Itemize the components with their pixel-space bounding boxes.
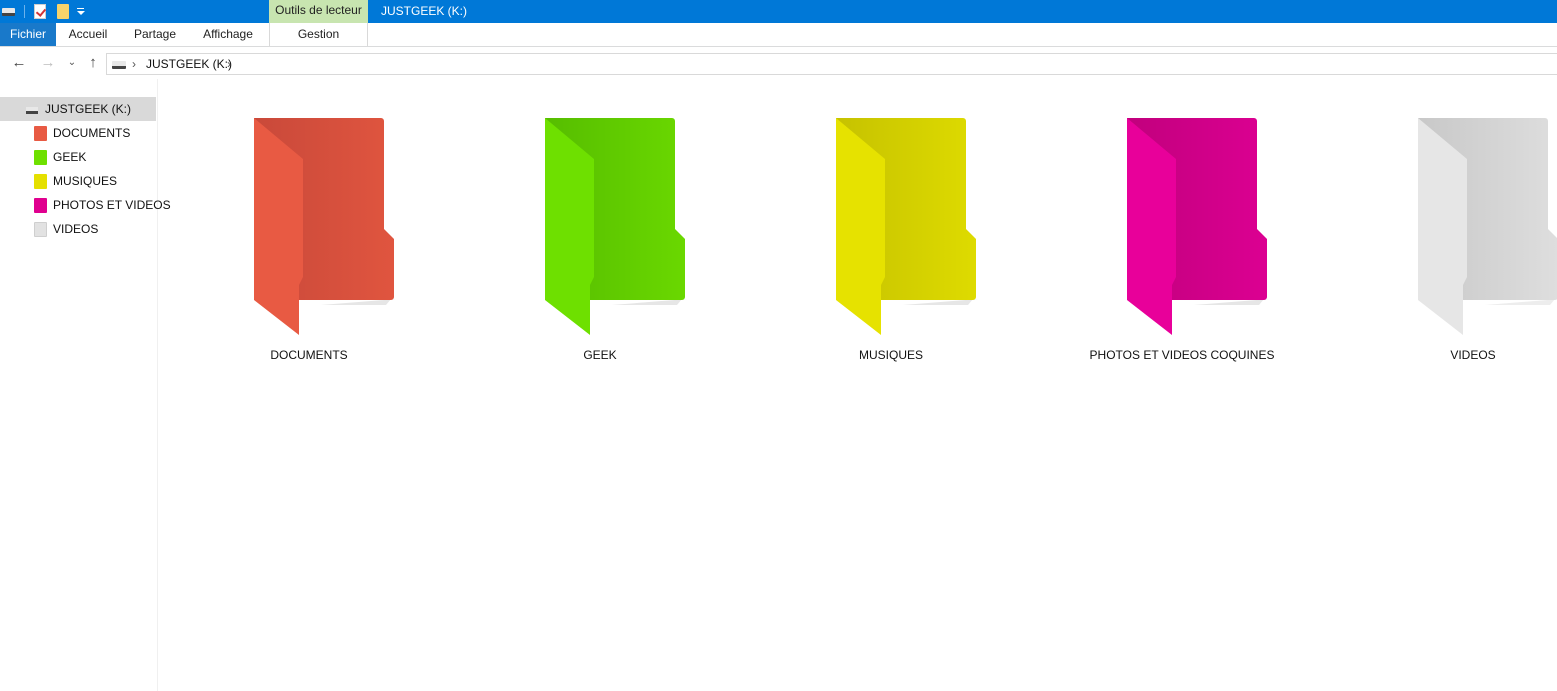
back-arrow-icon[interactable]: ←: [10, 54, 28, 72]
recent-locations-chevron-icon[interactable]: ⌄: [63, 54, 81, 72]
nav-item-documents[interactable]: DOCUMENTS: [0, 121, 156, 145]
nav-item-photos-et-videos[interactable]: PHOTOS ET VIDEOS: [0, 193, 171, 217]
folder-icon: [836, 118, 978, 335]
folder-label: PHOTOS ET VIDEOS COQUINES: [1089, 348, 1275, 362]
title-bar: Outils de lecteur JUSTGEEK (K:): [0, 0, 1557, 23]
folder-icon: [545, 118, 687, 335]
nav-item-musiques[interactable]: MUSIQUES: [0, 169, 156, 193]
navigation-pane: JUSTGEEK (K:) DOCUMENTS GEEK MUSIQUES PH…: [0, 79, 171, 691]
folder-icon: [34, 150, 47, 165]
folder-item-documents[interactable]: DOCUMENTS: [193, 109, 425, 369]
tab-fichier[interactable]: Fichier: [0, 23, 56, 46]
folder-label: GEEK: [583, 348, 617, 362]
tab-gestion[interactable]: Gestion: [269, 23, 368, 46]
window-title: JUSTGEEK (K:): [381, 4, 468, 18]
properties-icon[interactable]: [34, 4, 46, 19]
drive-icon: [112, 61, 126, 69]
folder-item-geek[interactable]: GEEK: [484, 109, 716, 369]
folder-label: DOCUMENTS: [270, 348, 348, 362]
nav-item-label: MUSIQUES: [53, 174, 118, 188]
new-folder-icon[interactable]: [57, 4, 69, 19]
nav-item-geek[interactable]: GEEK: [0, 145, 156, 169]
nav-item-label: DOCUMENTS: [53, 126, 131, 140]
breadcrumb-chevron-icon[interactable]: ›: [227, 56, 231, 72]
breadcrumb-chevron-icon[interactable]: ›: [132, 56, 136, 72]
nav-item-label: PHOTOS ET VIDEOS: [53, 198, 171, 212]
drive-icon: [26, 107, 38, 114]
nav-item-label: VIDEOS: [53, 222, 99, 236]
folder-icon: [1127, 118, 1269, 335]
up-arrow-icon[interactable]: ↑: [84, 54, 102, 72]
folder-icon: [34, 174, 47, 189]
nav-item-label: GEEK: [53, 150, 87, 164]
nav-root-label: JUSTGEEK (K:): [45, 102, 132, 116]
folder-item-videos[interactable]: VIDEOS: [1357, 109, 1557, 369]
folder-icon: [34, 126, 47, 141]
folder-icon: [254, 118, 396, 335]
folder-item-musiques[interactable]: MUSIQUES: [775, 109, 1007, 369]
ribbon-tabs: Fichier Accueil Partage Affichage Gestio…: [0, 23, 1557, 47]
contextual-tab-group: Outils de lecteur: [269, 0, 368, 23]
breadcrumb-path[interactable]: JUSTGEEK (K:): [146, 56, 232, 72]
nav-item-videos[interactable]: VIDEOS: [0, 217, 156, 241]
address-bar[interactable]: › JUSTGEEK (K:) ›: [106, 53, 1557, 75]
tab-accueil[interactable]: Accueil: [58, 23, 118, 46]
forward-arrow-icon[interactable]: →: [39, 54, 57, 72]
folder-label: VIDEOS: [1450, 348, 1496, 362]
folder-icon: [34, 222, 47, 237]
file-list: DOCUMENTS GEEK MUSIQUES PHOTOS ET VIDEOS…: [159, 79, 1557, 691]
tab-affichage[interactable]: Affichage: [195, 23, 261, 46]
folder-icon: [34, 198, 47, 213]
folder-label: MUSIQUES: [858, 348, 923, 362]
drive-icon[interactable]: [2, 8, 15, 16]
nav-item-drive[interactable]: JUSTGEEK (K:): [0, 97, 156, 121]
tab-partage[interactable]: Partage: [125, 23, 185, 46]
folder-icon: [1418, 118, 1557, 335]
navigation-bar: ← → ⌄ ↑ › JUSTGEEK (K:) ›: [0, 48, 1557, 79]
qat-separator: [24, 5, 25, 18]
folder-item-photos-et-videos-coquines[interactable]: PHOTOS ET VIDEOS COQUINES: [1066, 109, 1298, 369]
customize-dropdown-icon[interactable]: [76, 8, 86, 16]
